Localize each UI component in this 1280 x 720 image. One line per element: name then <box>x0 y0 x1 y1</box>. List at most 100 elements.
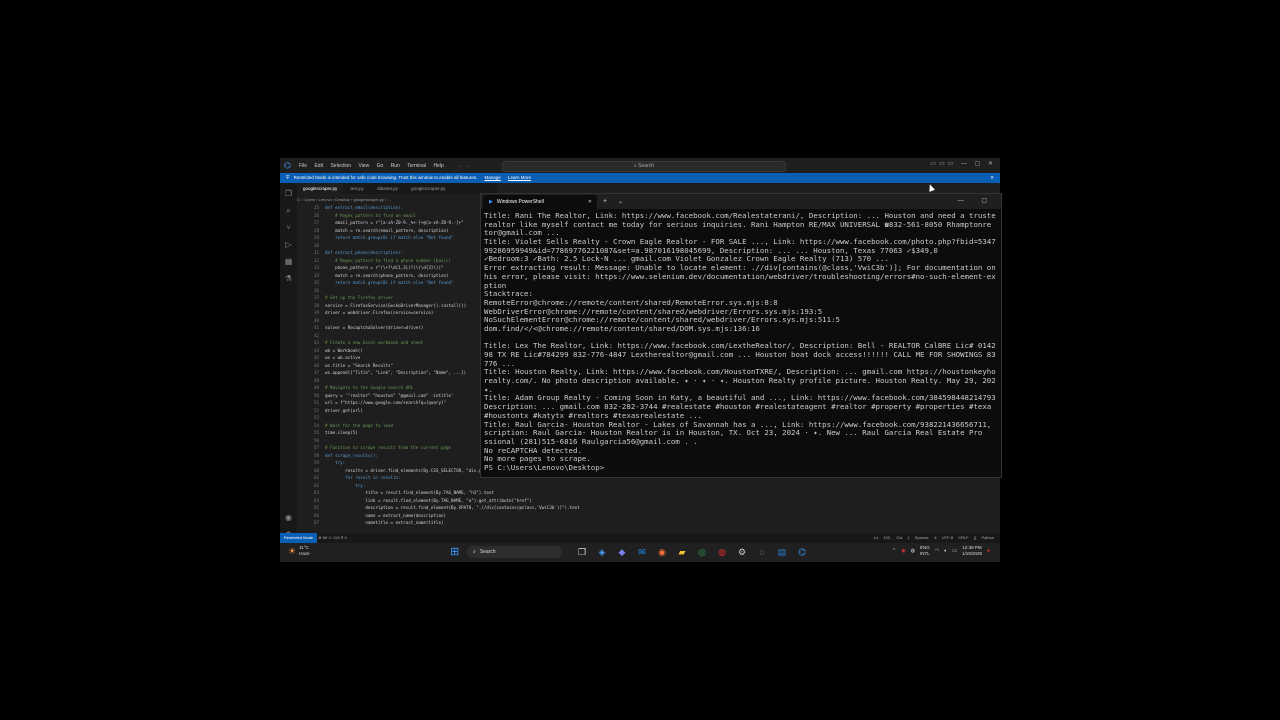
code-text: url = f"https://www.google.com/search?q=… <box>325 400 447 405</box>
status-bar: Restricted Mode ⊗ 68 ⚠ 113 ⚲ 0 Ln 102, C… <box>280 533 1000 543</box>
problems-count[interactable]: ⊗ 68 ⚠ 113 <box>318 535 339 540</box>
terminal-line: scription: Raul Garcia- Houston Realtor … <box>484 429 983 438</box>
terminal-line: dom.find/</<@chrome://remote/content/sha… <box>484 324 760 333</box>
code-text: title = result.find_element(By.TAG_NAME,… <box>325 490 494 495</box>
code-line: 66 name = extract_name(description) <box>297 512 997 520</box>
chevron-down-icon[interactable]: ⌄ <box>618 195 623 209</box>
windows-taskbar: ☀ 11°C Haze ⊞ ⌕ Search ❐ ◈ ◆ ✉ ◉ ▰ ◎ ◍ ⚙ … <box>280 543 1000 562</box>
terminal-output[interactable]: Title: Rani The Realtor, Link: https://w… <box>484 212 1000 474</box>
close-icon[interactable]: ✕ <box>990 173 994 183</box>
language-mode[interactable]: {} Python <box>974 535 994 540</box>
terminal-line: Title: Violet Sells Realty - Crown Eagle… <box>484 238 996 247</box>
menu-go[interactable]: Go <box>377 163 384 169</box>
code-text: phone_pattern = r"(\+?\d{1,3})?(\(\d{3}\… <box>325 265 444 270</box>
code-text: solver = RecaptchaSolver(driver=driver) <box>325 325 424 330</box>
powershell-window: ▶ Windows PowerShell ✕ + ⌄ — ▢ Title: Ran… <box>480 193 1002 478</box>
code-text: def scrape_results(): <box>325 452 378 458</box>
chrome-icon[interactable]: ◎ <box>696 546 708 558</box>
menu-help[interactable]: Help <box>433 163 443 169</box>
terminal-line: PS C:\Users\Lenovo\Desktop> <box>484 463 605 472</box>
code-line: 64 link = result.find_element(By.TAG_NAM… <box>297 497 997 505</box>
restricted-mode-badge[interactable]: Restricted Mode <box>280 533 318 543</box>
powershell-window-controls[interactable]: — ▢ <box>958 194 995 209</box>
banner-manage-link[interactable]: Manage <box>485 175 501 180</box>
terminal-line: Title: Adam Group Realty - Coming Soon i… <box>484 394 996 403</box>
menu-run[interactable]: Run <box>391 163 400 169</box>
code-text: # Wait for the page to load <box>325 422 394 428</box>
line-number: 50 <box>313 392 319 398</box>
line-number: 37 <box>313 295 319 300</box>
menu-file[interactable]: File <box>299 163 307 169</box>
vscode-taskbar-icon[interactable]: ⌬ <box>796 546 808 558</box>
copilot-icon[interactable]: ◈ <box>596 546 608 558</box>
task-view-icon[interactable]: ❐ <box>576 546 588 558</box>
nav-arrows-icon[interactable]: ← → <box>458 163 469 169</box>
file-explorer-icon[interactable]: ▰ <box>676 546 688 558</box>
taskbar-search[interactable]: ⌕ Search <box>467 546 562 558</box>
menu-terminal[interactable]: Terminal <box>407 163 426 169</box>
firefox-icon[interactable]: ◉ <box>656 546 668 558</box>
battery-icon[interactable]: ▭ <box>952 548 957 554</box>
encoding[interactable]: UTF-8 <box>942 535 953 540</box>
opera-icon[interactable]: ◍ <box>716 546 728 558</box>
powershell-tab[interactable]: ▶ Windows PowerShell ✕ <box>483 195 597 209</box>
status-right: Ln 102, Col 1 Spaces: 4 UTF-8 CRLF {} Py… <box>874 533 994 543</box>
tab-dataset[interactable]: dataset.py <box>371 183 404 194</box>
tray-security-icon[interactable]: ◍ <box>911 548 915 554</box>
wifi-icon[interactable]: ◠ <box>935 548 939 554</box>
line-number: 31 <box>313 250 319 255</box>
settings-icon[interactable]: ⚙ <box>736 546 748 558</box>
terminal-line: Title: Raul Garcia- Houston Realtor - La… <box>484 420 992 429</box>
word-icon[interactable]: ▤ <box>776 546 788 558</box>
source-control-icon[interactable]: ⑂ <box>284 223 293 232</box>
menu-selection[interactable]: Selection <box>330 163 351 169</box>
extensions-icon[interactable]: ▦ <box>284 257 293 266</box>
windows-start-icon[interactable]: ⊞ <box>450 546 462 558</box>
volume-icon[interactable]: 🔈︎ <box>944 548 947 554</box>
clock[interactable]: 12:38 PM 1/19/2025 <box>962 545 982 557</box>
line-number: 30 <box>313 242 319 248</box>
line-number: 45 <box>313 355 319 360</box>
notification-icon[interactable]: ● <box>987 548 990 554</box>
line-number: 61 <box>313 475 319 480</box>
line-number: 54 <box>313 422 319 428</box>
code-text: email_pattern = r"[a-zA-Z0-9._%+-]+@[a-z… <box>325 220 464 225</box>
explorer-icon[interactable]: ❐ <box>284 189 293 198</box>
tab-googlescraper[interactable]: googlescraper.py <box>297 183 344 194</box>
ports-count[interactable]: ⚲ 0 <box>340 535 346 540</box>
menu-edit[interactable]: Edit <box>314 163 323 169</box>
window-controls-icon[interactable]: ▭▭▭ — ▢ ✕ <box>930 160 996 167</box>
search-icon[interactable]: ⌕ <box>284 206 293 215</box>
line-number: 51 <box>313 400 319 405</box>
breadcrumb[interactable]: C: › Users › Lenovo › Desktop › googlesc… <box>297 197 391 202</box>
code-text: # Create a new Excel workbook and sheet <box>325 340 424 345</box>
tray-app-icon[interactable]: ◉ <box>901 548 905 554</box>
line-ending[interactable]: CRLF <box>958 535 968 540</box>
close-icon[interactable]: ✕ <box>588 195 592 209</box>
menu-view[interactable]: View <box>358 163 369 169</box>
account-icon[interactable]: ◉ <box>284 513 293 522</box>
testing-icon[interactable]: ⚗ <box>284 274 293 283</box>
run-debug-icon[interactable]: ▷ <box>284 240 293 249</box>
teams-icon[interactable]: ◆ <box>616 546 628 558</box>
line-number: 64 <box>313 497 319 503</box>
vscode-logo-icon: ⌬ <box>284 161 291 170</box>
outlook-icon[interactable]: ✉ <box>636 546 648 558</box>
system-tray: ⌃ ◉ ◍ ENG INTL ◠ 🔈︎ ▭ 12:38 PM 1/19/2025… <box>887 545 990 557</box>
chevron-up-icon[interactable]: ⌃ <box>892 548 896 554</box>
weather-widget[interactable]: ☀ 11°C Haze <box>288 545 310 557</box>
code-text: description = result.find_element(By.XPA… <box>325 505 580 510</box>
tab-googlescraper-2[interactable]: googlescraper.py <box>405 183 451 194</box>
search-label: Search <box>638 163 655 169</box>
new-tab-icon[interactable]: + <box>603 195 607 209</box>
code-text: return match.group(0) if match else "Not… <box>325 235 454 240</box>
terminal-line: Description: ... gmail.com 832-282-3744 … <box>484 403 992 412</box>
recorder-icon[interactable]: ◌ <box>756 546 768 558</box>
banner-learn-more-link[interactable]: Learn More <box>508 175 531 180</box>
line-number: 25 <box>313 205 319 210</box>
tab-test[interactable]: test.py <box>345 183 370 194</box>
input-language[interactable]: ENG INTL <box>920 545 930 557</box>
cursor-position[interactable]: Ln 102, Col 1 <box>874 535 910 540</box>
command-search-box[interactable]: ⌕ Search <box>502 161 786 172</box>
indentation[interactable]: Spaces: 4 <box>915 535 937 540</box>
